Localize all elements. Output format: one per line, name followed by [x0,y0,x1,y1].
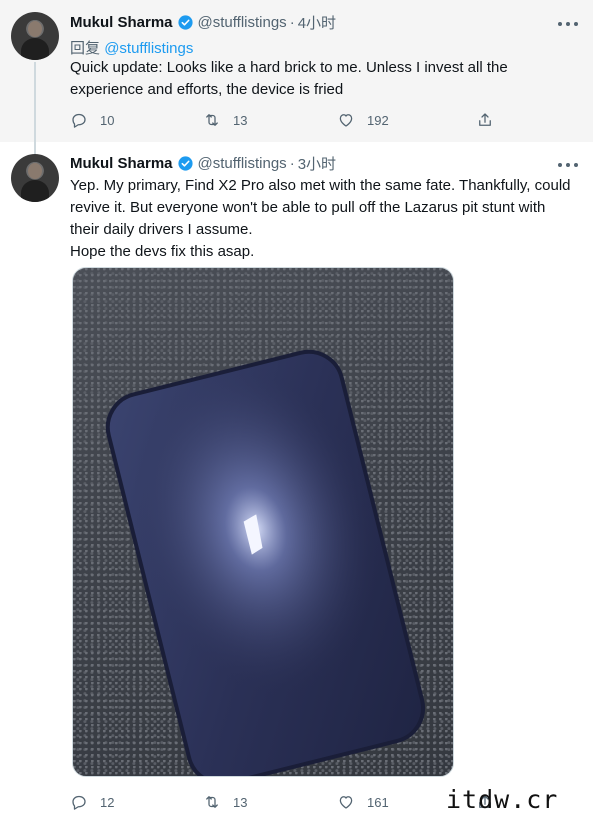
retweet-button[interactable]: 13 [203,108,247,132]
retweet-icon [206,796,218,808]
reply-count: 10 [100,112,115,128]
separator: · [289,154,295,172]
like-count: 192 [367,112,389,128]
author-name[interactable]: Mukul Sharma [70,14,173,31]
tweet-actions: 10 13 192 [70,108,510,132]
reply-button[interactable]: 10 [70,108,114,132]
tweet-actions: 12 13 161 [70,790,510,814]
like-count: 161 [367,794,389,810]
reply-icon [72,113,86,128]
more-icon[interactable] [558,14,578,34]
like-button[interactable]: 161 [337,790,389,814]
more-icon[interactable] [558,155,578,175]
replying-to: 回复 @stufflistings [70,37,193,58]
watermark: itdw.cr [446,785,559,814]
tweet-text-line: experience and efforts, the device is fr… [70,81,344,98]
tweet-photo[interactable] [72,267,454,777]
tweet-text-line: Quick update: Looks like a hard brick to… [70,59,508,76]
thread-connector [34,62,36,154]
tweet-text: Quick update: Looks like a hard brick to… [70,57,580,101]
avatar[interactable] [11,12,59,60]
tweet-text-line: Hope the devs fix this asap. [70,243,255,260]
heart-icon [339,114,353,127]
author-handle[interactable]: @stufflistings [198,14,287,31]
retweet-icon [206,114,218,126]
tweet[interactable]: Mukul Sharma @stufflistings · 3小时 Yep. M… [0,142,593,823]
phone-photo-illustration [105,349,426,776]
tweet-header: Mukul Sharma @stufflistings · 4小时 [70,12,336,32]
retweet-count: 13 [233,794,248,810]
verified-badge-icon [177,14,193,30]
separator: · [289,13,295,31]
retweet-count: 13 [233,112,248,128]
share-icon [479,113,491,126]
retweet-button[interactable]: 13 [203,790,247,814]
like-button[interactable]: 192 [337,108,389,132]
replying-prefix: 回复 [70,40,101,57]
reply-button[interactable]: 12 [70,790,114,814]
author-handle[interactable]: @stufflistings [198,155,287,172]
tweet-header: Mukul Sharma @stufflistings · 3小时 [70,153,336,173]
reply-count: 12 [100,794,115,810]
author-name[interactable]: Mukul Sharma [70,155,173,172]
tweet-text-line: their daily drivers I assume. [70,221,253,238]
verified-badge-icon [177,155,193,171]
heart-icon [339,796,353,809]
timestamp[interactable]: 3小时 [298,153,336,174]
tweet-text-line: Yep. My primary, Find X2 Pro also met wi… [70,177,571,194]
avatar[interactable] [11,154,59,202]
tweet-text: Yep. My primary, Find X2 Pro also met wi… [70,175,580,263]
timestamp[interactable]: 4小时 [298,12,336,33]
replying-mention[interactable]: @stufflistings [104,40,193,57]
reply-icon [72,795,86,810]
tweet-text-line: revive it. But everyone won't be able to… [70,199,546,216]
share-button[interactable] [476,108,494,132]
tweet-reply[interactable]: Mukul Sharma @stufflistings · 4小时 回复 @st… [0,0,593,142]
